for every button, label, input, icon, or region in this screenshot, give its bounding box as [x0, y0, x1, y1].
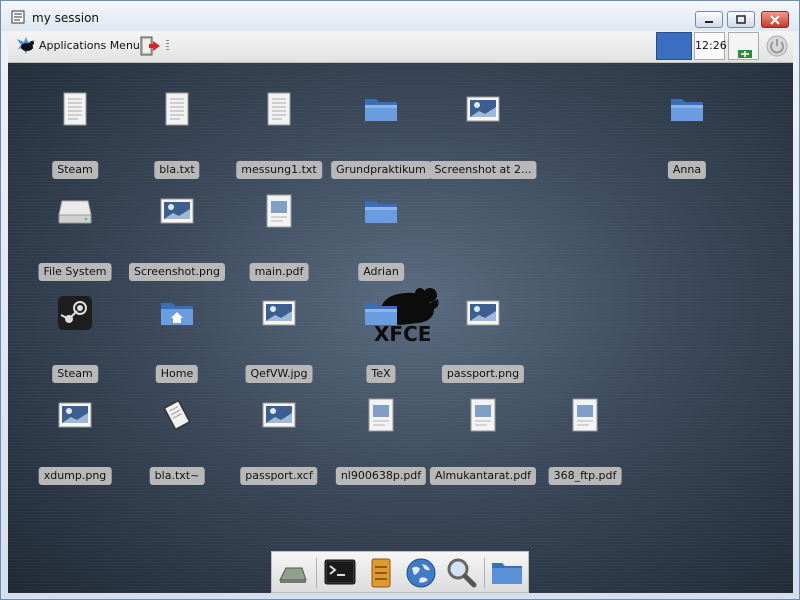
drive-icon — [57, 193, 93, 229]
desktop-icon-368-ftp-pdf[interactable]: 368_ftp.pdf — [535, 397, 635, 489]
workspace-switcher[interactable] — [656, 32, 692, 60]
desktop-icon-label: Screenshot.png — [129, 263, 225, 281]
desktop-icon-nl900638p-pdf[interactable]: nl900638p.pdf — [331, 397, 431, 489]
desktop-icon-label: TeX — [366, 365, 396, 383]
desktop-icon-label: QefVW.jpg — [245, 365, 313, 383]
dock-separator — [316, 558, 317, 588]
desktop-icon-anna[interactable]: Anna — [637, 91, 737, 183]
minimize-icon — [705, 21, 713, 23]
desktop-icon-label: Home — [155, 365, 199, 383]
desktop-icon-steam[interactable]: Steam — [25, 295, 125, 387]
power-icon[interactable] — [765, 34, 789, 58]
terminal-icon[interactable] — [323, 556, 357, 590]
desktop[interactable]: XFCE Steam bla.txt messung1.txt Grundprakti… — [8, 63, 793, 593]
image-file-icon — [261, 397, 297, 433]
search-icon[interactable] — [444, 556, 478, 590]
desktop-icon-bla-txt[interactable]: bla.txt~ — [127, 397, 227, 489]
folder-icon — [363, 295, 399, 331]
desktop-icon-xdump-png[interactable]: xdump.png — [25, 397, 125, 489]
desktop-icon-label: nl900638p.pdf — [335, 467, 427, 485]
steam-icon — [57, 295, 93, 331]
backup-file-icon — [159, 397, 195, 433]
logout-icon[interactable] — [138, 35, 162, 57]
close-icon — [770, 15, 780, 25]
desktop-icon-adrian[interactable]: Adrian — [331, 193, 431, 285]
desktop-icon-label: Steam — [52, 365, 98, 383]
network-icon — [738, 50, 752, 58]
desktop-icon-label: Steam — [52, 161, 98, 179]
desktop-icon-label: 368_ftp.pdf — [548, 467, 622, 485]
desktop-icon-label: passport.png — [441, 365, 525, 383]
desktop-icon-passport-png[interactable]: passport.png — [433, 295, 533, 387]
pdf-file-icon — [363, 397, 399, 433]
applications-menu-button[interactable]: Applications Menu — [12, 34, 140, 58]
desktop-icon-label: Grundpraktikum — [331, 161, 431, 179]
file-manager-icon[interactable] — [364, 556, 398, 590]
desktop-icon-bla-txt[interactable]: bla.txt — [127, 91, 227, 183]
top-panel: Applications Menu 12:26 — [8, 31, 793, 63]
desktop-icon-label: bla.txt~ — [149, 467, 205, 485]
image-file-icon — [261, 295, 297, 331]
panel-handle[interactable] — [166, 40, 169, 52]
folder-icon — [669, 91, 705, 127]
desktop-icon-messung1-txt[interactable]: messung1.txt — [229, 91, 329, 183]
home-folder-icon — [159, 295, 195, 331]
pdf-file-icon — [567, 397, 603, 433]
minimize-button[interactable] — [695, 11, 723, 28]
maximize-button[interactable] — [727, 11, 755, 28]
folder-icon[interactable] — [490, 556, 524, 590]
title-bar[interactable]: my session — [1, 1, 799, 31]
desktop-icon-screenshot-at-2[interactable]: Screenshot at 2... — [429, 91, 537, 183]
folder-icon — [363, 91, 399, 127]
desktop-icon-label: bla.txt — [154, 161, 200, 179]
image-file-icon — [159, 193, 195, 229]
applications-menu-label: Applications Menu — [39, 39, 140, 52]
folder-icon — [363, 193, 399, 229]
desktop-icon-almukantarat-pdf[interactable]: Almukantarat.pdf — [429, 397, 537, 489]
desktop-icon-label: passport.xcf — [240, 467, 318, 485]
desktop-icon-label: messung1.txt — [236, 161, 322, 179]
image-file-icon — [465, 295, 501, 331]
desktop-icon-home[interactable]: Home — [127, 295, 227, 387]
desktop-icon-steam[interactable]: Steam — [25, 91, 125, 183]
window-title: my session — [32, 11, 100, 25]
desktop-icon-label: File System — [38, 263, 112, 281]
desktop-icon-qefvw-jpg[interactable]: QefVW.jpg — [229, 295, 329, 387]
desktop-icon-grundpraktikum[interactable]: Grundpraktikum — [331, 91, 431, 183]
image-file-icon — [57, 397, 93, 433]
close-button[interactable] — [761, 11, 789, 28]
desktop-icon-label: main.pdf — [249, 263, 309, 281]
show-desktop-icon[interactable] — [276, 556, 310, 590]
desktop-icon-label: xdump.png — [38, 467, 112, 485]
desktop-icon-passport-xcf[interactable]: passport.xcf — [229, 397, 329, 489]
window-menu-icon[interactable] — [11, 10, 25, 24]
xfce-mouse-icon — [17, 37, 35, 54]
desktop-icon-label: Screenshot at 2... — [429, 161, 537, 179]
desktop-icon-label: Almukantarat.pdf — [429, 467, 537, 485]
panel-clock[interactable]: 12:26 — [694, 32, 727, 60]
text-file-icon — [261, 91, 297, 127]
image-file-icon — [465, 91, 501, 127]
web-browser-icon[interactable] — [404, 556, 438, 590]
session-window: my session Applications Menu 12:26 XFCE … — [0, 0, 800, 600]
text-file-icon — [57, 91, 93, 127]
desktop-icon-file-system[interactable]: File System — [25, 193, 125, 285]
bottom-dock — [271, 551, 529, 593]
desktop-icon-main-pdf[interactable]: main.pdf — [229, 193, 329, 285]
pdf-file-icon — [465, 397, 501, 433]
desktop-icon-screenshot-png[interactable]: Screenshot.png — [127, 193, 227, 285]
desktop-icon-tex[interactable]: TeX — [331, 295, 431, 387]
text-file-icon — [159, 91, 195, 127]
pdf-file-icon — [261, 193, 297, 229]
maximize-icon — [736, 15, 746, 24]
dock-separator — [484, 558, 485, 588]
desktop-icon-label: Adrian — [358, 263, 404, 281]
notification-area[interactable] — [728, 32, 759, 60]
desktop-icon-label: Anna — [667, 161, 707, 179]
